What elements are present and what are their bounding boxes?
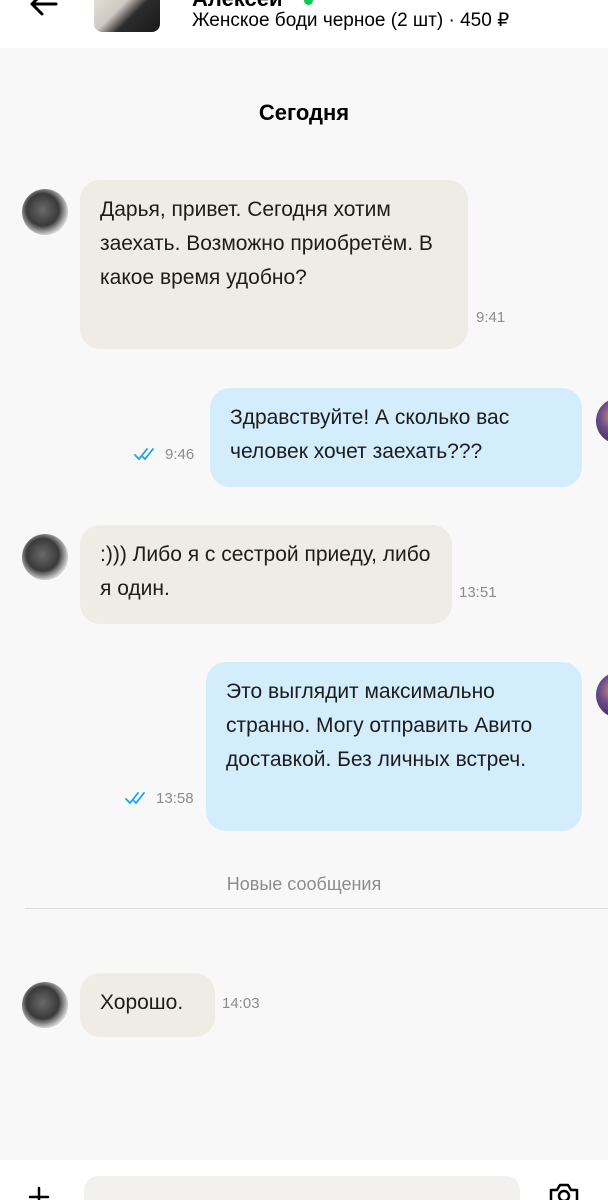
- chat-header: Алексей Женское боди черное (2 шт) · 450…: [0, 0, 608, 48]
- contact-avatar[interactable]: [22, 189, 68, 235]
- message-time: 13:58: [156, 790, 194, 807]
- product-title-price[interactable]: Женское боди черное (2 шт) · 450 ₽: [192, 9, 509, 32]
- plus-icon[interactable]: [28, 1186, 50, 1200]
- arrow-left-icon[interactable]: [28, 0, 58, 16]
- message-time: 9:46: [165, 446, 195, 463]
- message-bubble-incoming[interactable]: Хорошо.: [80, 973, 215, 1037]
- own-avatar: [596, 398, 608, 444]
- message-bubble-outgoing[interactable]: Это выглядит максимально странно. Могу о…: [206, 662, 582, 831]
- message-time: 14:03: [222, 995, 260, 1012]
- message-text: Это выглядит максимально странно. Могу о…: [226, 680, 533, 771]
- day-separator: Сегодня: [258, 100, 350, 125]
- message-list[interactable]: Сегодня Дарья, привет. Сегодня хотим зае…: [0, 48, 608, 1160]
- message-text: Здравствуйте! А сколько вас человек хоче…: [230, 406, 510, 463]
- message-text: :))) Либо я с сестрой приеду, либо я оди…: [100, 543, 431, 600]
- message-text: Хорошо.: [100, 991, 184, 1014]
- composer-bar: [0, 1160, 608, 1200]
- new-messages-divider: [25, 908, 608, 909]
- message-bubble-incoming[interactable]: Дарья, привет. Сегодня хотим заехать. Во…: [80, 180, 468, 349]
- camera-icon[interactable]: [548, 1182, 580, 1200]
- double-check-icon: [134, 448, 154, 461]
- message-text: Дарья, привет. Сегодня хотим заехать. Во…: [100, 198, 433, 289]
- online-status-dot: [304, 0, 313, 5]
- contact-avatar[interactable]: [22, 982, 68, 1028]
- contact-avatar[interactable]: [22, 534, 68, 580]
- message-time: 9:41: [476, 309, 506, 326]
- message-bubble-incoming[interactable]: :))) Либо я с сестрой приеду, либо я оди…: [80, 525, 452, 624]
- own-avatar: [596, 672, 608, 718]
- double-check-icon: [125, 792, 145, 805]
- new-messages-label: Новые сообщения: [226, 874, 382, 894]
- message-bubble-outgoing[interactable]: Здравствуйте! А сколько вас человек хоче…: [210, 388, 582, 487]
- product-thumbnail[interactable]: [94, 0, 160, 32]
- message-input[interactable]: [84, 1176, 520, 1200]
- message-time: 13:51: [459, 584, 497, 601]
